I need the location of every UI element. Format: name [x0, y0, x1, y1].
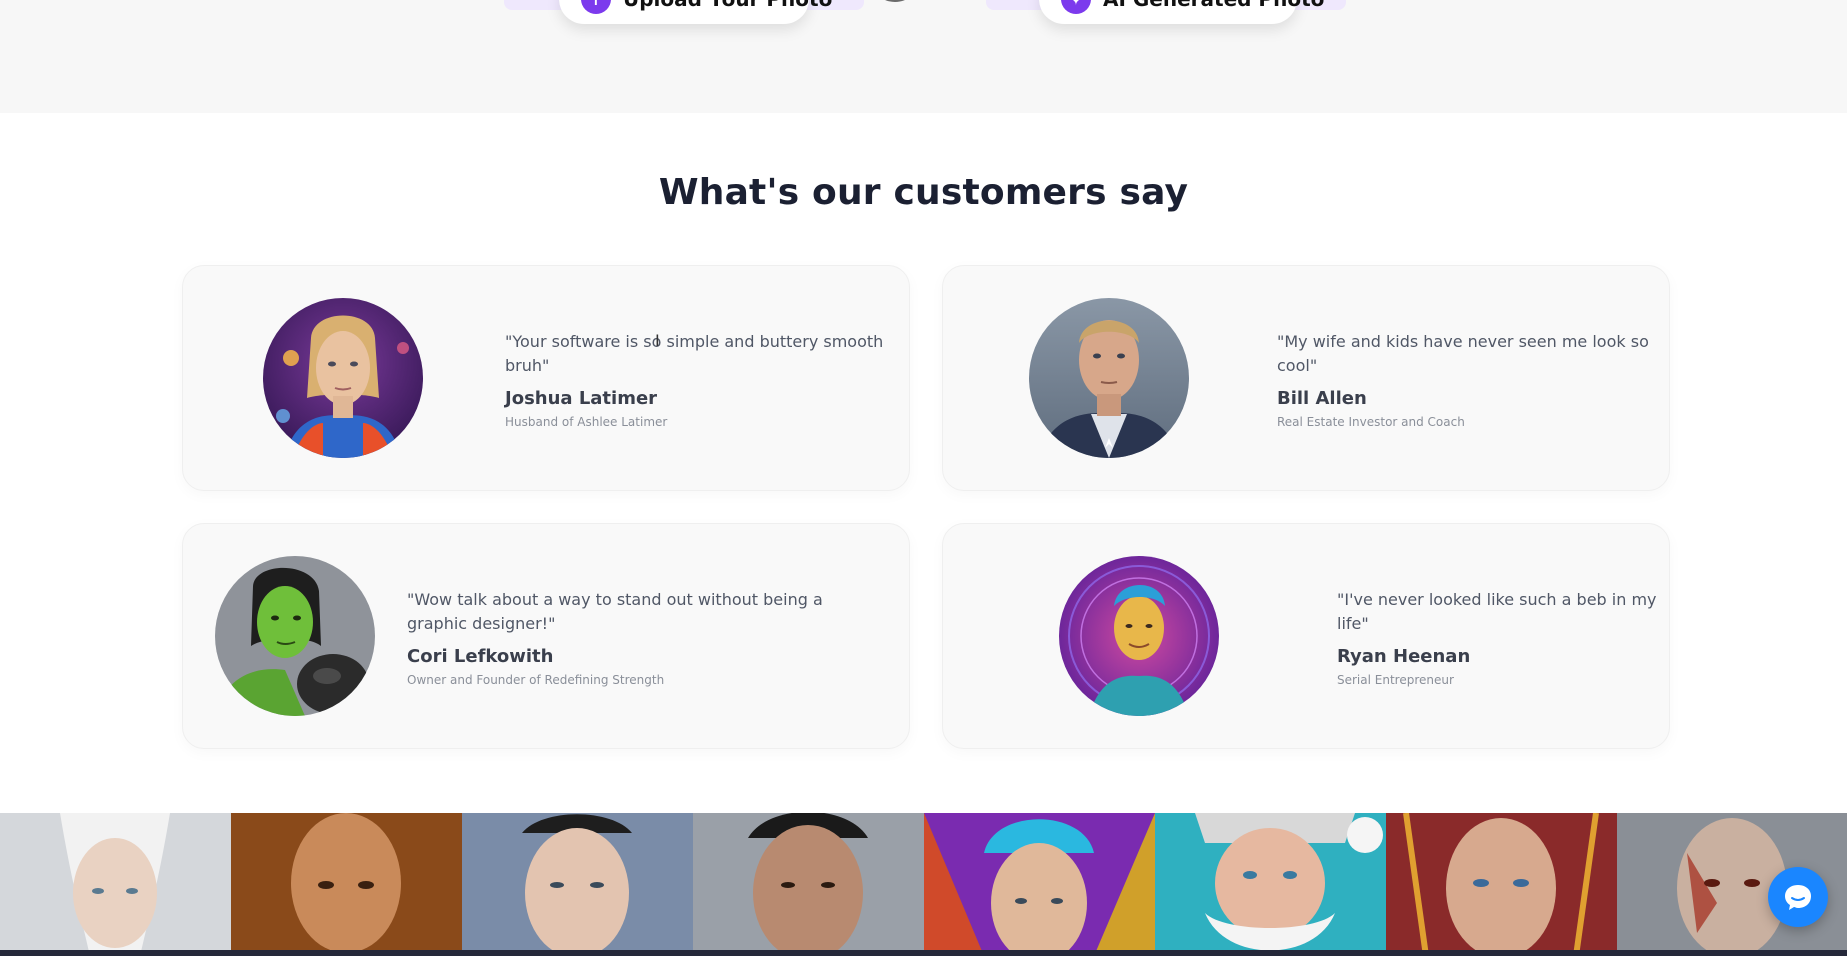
testimonial-role: Owner and Founder of Redefining Strength [407, 673, 665, 687]
section-title: What's our customers say [658, 172, 1189, 213]
gangster-portrait-icon [693, 813, 924, 956]
testimonial-quote: "My wife and kids have never seen me loo… [1277, 332, 1649, 375]
testimonial-card: "My wife and kids have never seen me loo… [942, 265, 1670, 491]
psychedelic-man-avatar [1059, 556, 1219, 716]
testimonial-name: Cori Lefkowith [407, 646, 554, 667]
testimonial-quote: "Your software is so simple and buttery … [505, 332, 884, 375]
neon-hair-portrait-icon [924, 813, 1155, 956]
footer-edge [0, 950, 1847, 956]
superhero-portrait-icon [1386, 813, 1617, 956]
chat-widget-button[interactable] [1768, 867, 1828, 927]
elf-portrait-icon [0, 813, 231, 956]
testimonial-name: Joshua Latimer [505, 388, 658, 409]
testimonial-card: "Wow talk about a way to stand out witho… [182, 523, 910, 749]
testimonial-name: Bill Allen [1277, 388, 1367, 409]
testimonial-quote: "I've never looked like such a beb in my… [1337, 590, 1657, 633]
mobster-portrait-icon [231, 813, 462, 956]
upload-icon: ↑ [581, 0, 611, 14]
testimonial-quote: "Wow talk about a way to stand out witho… [407, 590, 823, 633]
santa-portrait-icon [1155, 813, 1386, 956]
text-cursor-icon: I [655, 331, 660, 350]
green-hulk-woman-avatar [215, 556, 375, 716]
testimonial-role: Real Estate Investor and Coach [1277, 415, 1465, 429]
testimonial-text: "Your software is so simple and buttery … [505, 330, 895, 429]
testimonial-name: Ryan Heenan [1337, 646, 1471, 667]
testimonial-text: "My wife and kids have never seen me loo… [1277, 330, 1657, 429]
testimonial-card: "Your software is so simple and buttery … [182, 265, 910, 491]
testimonial-text: "Wow talk about a way to stand out witho… [407, 588, 877, 687]
testimonial-role: Husband of Ashlee Latimer [505, 415, 668, 429]
testimonial-role: Serial Entrepreneur [1337, 673, 1454, 687]
woman-astronaut-avatar [263, 298, 423, 458]
ai-photo-label: AI Generated Photo [1103, 0, 1324, 11]
fighter-portrait-icon [462, 813, 693, 956]
testimonial-text: "I've never looked like such a beb in my… [1337, 588, 1657, 687]
top-section-band: ↑ Upload Your Photo ✦ AI Generated Photo [0, 0, 1847, 113]
superhero-man-avatar [1029, 298, 1189, 458]
chat-bubble-icon [1785, 885, 1811, 910]
portrait-gallery [0, 813, 1847, 956]
testimonial-card: "I've never looked like such a beb in my… [942, 523, 1670, 749]
upload-photo-button[interactable]: ↑ Upload Your Photo [559, 0, 832, 24]
ai-photo-button[interactable]: ✦ AI Generated Photo [1039, 0, 1324, 24]
sparkle-icon: ✦ [1061, 0, 1091, 14]
curved-arrow-icon [870, 0, 920, 2]
upload-photo-label: Upload Your Photo [623, 0, 832, 11]
